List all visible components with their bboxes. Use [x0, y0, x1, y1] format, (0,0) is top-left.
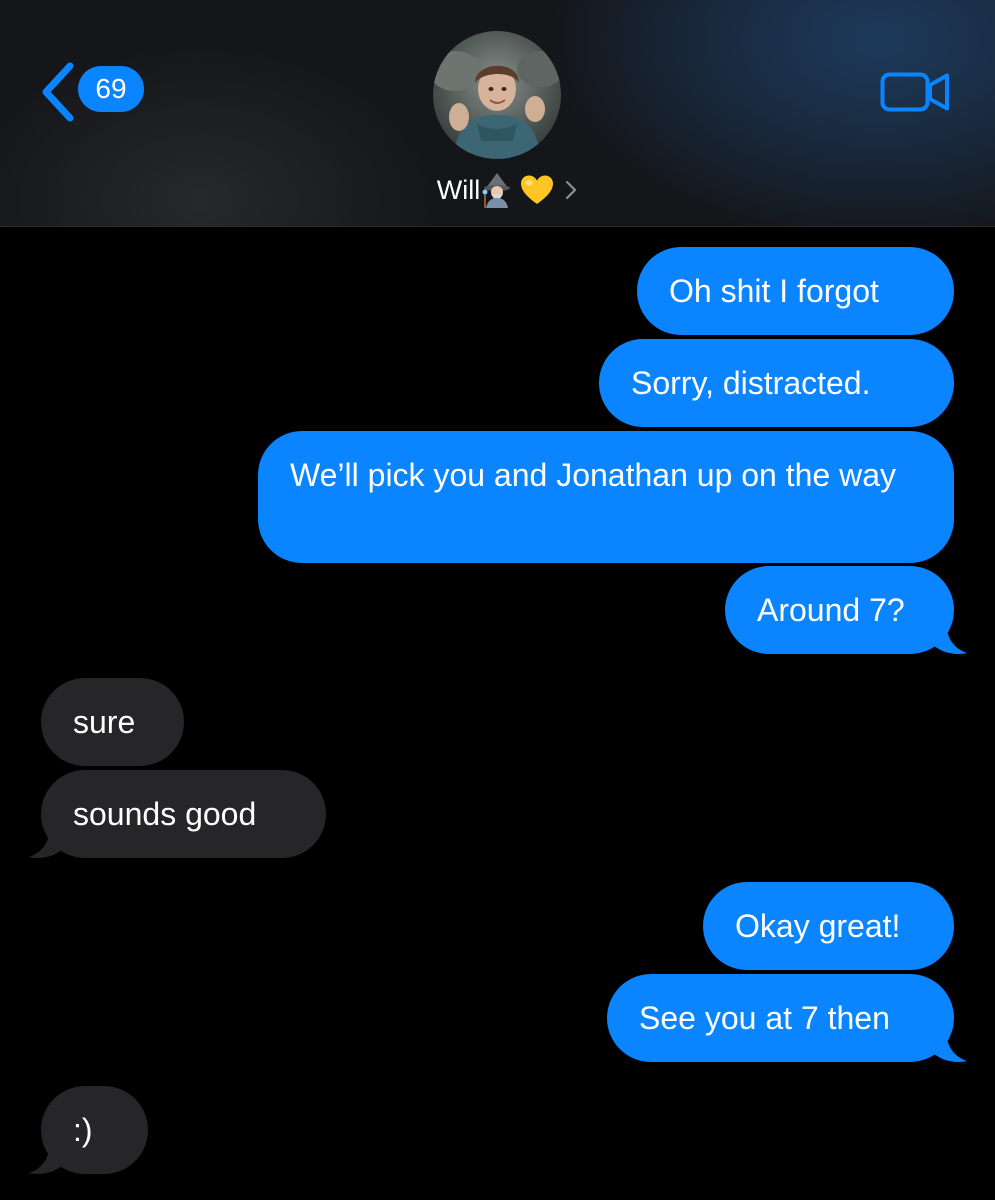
message-bubble-sent[interactable]: Sorry, distracted.	[599, 339, 954, 427]
message-text: sure	[73, 704, 136, 740]
bubble-tail-received	[29, 1140, 66, 1174]
chevron-right-icon	[566, 180, 577, 200]
message-text: Oh shit I forgot	[669, 273, 879, 309]
message-bubble-sent[interactable]: Okay great!	[703, 882, 954, 970]
message-text: We’ll pick you and Jonathan up on the wa…	[290, 457, 897, 493]
message-text: See you at 7 then	[639, 1000, 890, 1036]
video-call-button[interactable]	[880, 70, 952, 114]
back-button[interactable]: 69	[38, 60, 148, 124]
message-text: :)	[73, 1112, 93, 1148]
contact-name-row[interactable]: Will	[0, 168, 995, 212]
message-text: Around 7?	[757, 592, 905, 628]
message-bubble-received[interactable]: sure	[41, 678, 184, 766]
bubble-tail-sent	[930, 1028, 967, 1062]
message-bubble-sent[interactable]: We’ll pick you and Jonathan up on the wa…	[258, 431, 954, 563]
message-bubble-received[interactable]: sounds good	[41, 770, 326, 858]
message-bubble-sent[interactable]: See you at 7 then	[607, 974, 954, 1062]
conversation-header: 69 Will	[0, 0, 995, 227]
chevron-left-icon	[42, 62, 74, 122]
bubble-tail-sent	[930, 620, 967, 654]
contact-name: Will	[436, 174, 481, 205]
wizard-emoji-icon	[482, 173, 511, 208]
video-camera-icon	[880, 72, 949, 112]
avatar[interactable]	[433, 31, 561, 159]
unread-count-badge: 69	[78, 66, 144, 112]
bubble-tail-received	[29, 824, 66, 858]
messages-screen: 69 Will Oh shit I forgot Sorry, distract…	[0, 0, 995, 1200]
message-text: Sorry, distracted.	[631, 365, 871, 401]
yellow-heart-icon	[521, 175, 554, 204]
message-bubble-sent[interactable]: Around 7?	[725, 566, 954, 654]
avatar-photo	[433, 31, 561, 159]
message-text: Okay great!	[735, 908, 901, 944]
message-bubble-sent[interactable]: Oh shit I forgot	[637, 247, 954, 335]
message-text: sounds good	[73, 796, 257, 832]
